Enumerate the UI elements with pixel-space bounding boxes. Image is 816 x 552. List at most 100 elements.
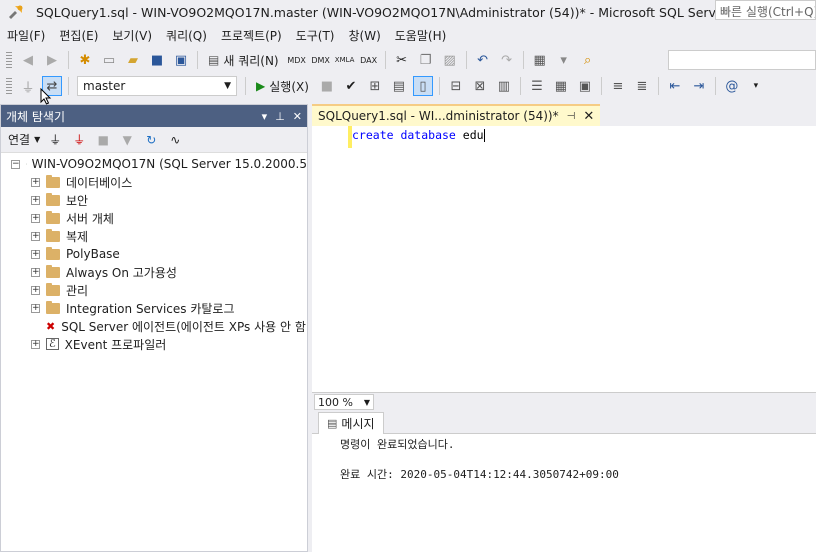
tree-item-management[interactable]: + 관리 [1, 281, 307, 299]
tab-sqlquery1[interactable]: SQLQuery1.sql - WI...dministrator (54))*… [312, 104, 601, 126]
connect-dropdown-button[interactable]: 연결 ▼ [5, 130, 43, 150]
toolbar-separator [197, 51, 198, 69]
expand-icon[interactable]: + [31, 231, 40, 241]
add-item-icon[interactable]: ▭ [99, 50, 119, 70]
connect-icon[interactable]: ⏚ [18, 76, 38, 96]
server-label: WIN-VO9O2MQO17N (SQL Server 15.0.2000.5 [31, 157, 307, 171]
menu-view[interactable]: 보기(V) [105, 27, 159, 44]
toolbar-separator [68, 77, 69, 95]
execute-button[interactable]: ▶ 실행(X) [250, 76, 315, 96]
specify-values-icon[interactable]: @ [722, 76, 742, 96]
object-explorer-panel: 개체 탐색기 ▾ ⊥ ✕ 연결 ▼ ⏚ ⏚ ■ ▼ ↻ ∿ − WIN-VO9O… [0, 104, 308, 552]
expand-icon[interactable]: + [31, 303, 40, 313]
tree-item-server-objects[interactable]: + 서버 개체 [1, 209, 307, 227]
live-stats-icon[interactable]: ⊠ [470, 76, 490, 96]
cut-icon[interactable]: ✂ [392, 50, 412, 70]
sql-identifier: edu [462, 128, 484, 142]
parse-checkmark-icon[interactable]: ✔ [341, 76, 361, 96]
menu-window[interactable]: 창(W) [341, 27, 387, 44]
dax-query-icon[interactable]: DAX [359, 50, 379, 70]
available-databases-select[interactable]: master ▼ [77, 76, 237, 96]
actual-plan-icon[interactable]: ⊟ [446, 76, 466, 96]
menu-project[interactable]: 프로젝트(P) [214, 27, 289, 44]
new-query-button[interactable]: ▤ 새 쿼리(N) [202, 50, 285, 70]
server-node[interactable]: − WIN-VO9O2MQO17N (SQL Server 15.0.2000.… [1, 155, 307, 173]
results-to-text-icon[interactable]: ☰ [527, 76, 547, 96]
toolbar-grip[interactable] [6, 52, 12, 68]
forward-icon[interactable]: ▶ [42, 50, 62, 70]
code-line-1[interactable]: create database edu [352, 128, 485, 142]
find-icon[interactable]: ⌕ [578, 50, 598, 70]
uncomment-icon[interactable]: ≣ [632, 76, 652, 96]
cancel-query-icon[interactable]: ■ [317, 76, 337, 96]
mdx-query-icon[interactable]: MDX [287, 50, 307, 70]
zoom-select[interactable]: 100 % ▼ [314, 394, 374, 410]
tab-messages[interactable]: ▤ 메시지 [318, 412, 384, 434]
folder-icon [46, 174, 60, 188]
xmla-query-icon[interactable]: XMLA [335, 50, 355, 70]
menu-help[interactable]: 도움말(H) [388, 27, 454, 44]
tree-item-databases[interactable]: + 데이터베이스 [1, 173, 307, 191]
client-stats-icon[interactable]: ▥ [494, 76, 514, 96]
results-to-grid-icon[interactable]: ▦ [551, 76, 571, 96]
open-file-icon[interactable]: ▰ [123, 50, 143, 70]
expand-icon[interactable]: + [31, 267, 40, 277]
toolbar-grip[interactable] [6, 78, 12, 94]
close-icon[interactable]: ✕ [583, 109, 594, 124]
activity-icon[interactable]: ∿ [165, 130, 185, 150]
expand-icon[interactable]: + [31, 249, 40, 259]
quick-launch-input[interactable]: 빠른 실행(Ctrl+Q) [715, 0, 816, 20]
intellisense-icon[interactable]: ▯ [412, 76, 433, 96]
estimated-plan-icon[interactable]: ⊞ [365, 76, 385, 96]
filter-icon[interactable]: ▼ [117, 130, 137, 150]
disconnect-icon[interactable]: ⏚ [69, 130, 89, 150]
menu-tools[interactable]: 도구(T) [289, 27, 342, 44]
dmx-query-icon[interactable]: DMX [311, 50, 331, 70]
pin-icon[interactable]: ⊥ [275, 110, 285, 123]
comment-icon[interactable]: ≡ [608, 76, 628, 96]
query-designer-icon[interactable]: ▤ [389, 76, 409, 96]
tree-item-replication[interactable]: + 복제 [1, 227, 307, 245]
menu-edit[interactable]: 편집(E) [52, 27, 105, 44]
refresh-icon[interactable]: ↻ [141, 130, 161, 150]
activity-monitor-icon[interactable]: ▦ [530, 50, 550, 70]
tree-item-integration-services[interactable]: + Integration Services 카탈로그 [1, 299, 307, 317]
expand-icon[interactable]: + [31, 285, 40, 295]
redo-icon[interactable]: ↷ [497, 50, 517, 70]
copy-icon[interactable]: ❐ [416, 50, 436, 70]
toolbar-separator [714, 77, 716, 95]
decrease-indent-icon[interactable]: ⇤ [665, 76, 685, 96]
expand-icon[interactable]: + [31, 213, 40, 223]
new-project-icon[interactable]: ✱ [75, 50, 95, 70]
paste-icon[interactable]: ▨ [440, 50, 460, 70]
tree-item-sql-agent[interactable]: ✖ SQL Server 에이전트(에이전트 XPs 사용 안 함 [1, 317, 307, 335]
close-icon[interactable]: ✕ [293, 110, 302, 123]
toolbar-separator [245, 77, 246, 95]
window-position-icon[interactable]: ▾ [262, 110, 268, 123]
expand-icon[interactable]: + [31, 339, 40, 349]
stop-icon[interactable]: ■ [93, 130, 113, 150]
code-editor[interactable]: create database edu [312, 126, 816, 394]
toolbar-options-icon[interactable]: ▾ [746, 76, 766, 96]
solution-config-dropdown[interactable]: ▾ [554, 50, 574, 70]
tree-item-security[interactable]: + 보안 [1, 191, 307, 209]
menu-file[interactable]: 파일(F) [0, 27, 52, 44]
expand-icon[interactable]: + [31, 195, 40, 205]
increase-indent-icon[interactable]: ⇥ [689, 76, 709, 96]
save-all-icon[interactable]: ▣ [171, 50, 191, 70]
find-input[interactable] [668, 50, 816, 70]
messages-pane[interactable]: 명령이 완료되었습니다. 완료 시간: 2020-05-04T14:12:44.… [312, 434, 816, 552]
tree-item-polybase[interactable]: + PolyBase [1, 245, 307, 263]
pin-icon[interactable]: ⊣ [567, 111, 576, 122]
undo-icon[interactable]: ↶ [473, 50, 493, 70]
back-icon[interactable]: ◀ [18, 50, 38, 70]
connect-plug-icon[interactable]: ⏚ [45, 130, 65, 150]
tree-item-always-on[interactable]: + Always On 고가용성 [1, 263, 307, 281]
tree-item-xevent-profiler[interactable]: + ℰ XEvent 프로파일러 [1, 335, 307, 353]
folder-icon [46, 282, 60, 296]
save-icon[interactable]: ■ [147, 50, 167, 70]
collapse-icon[interactable]: − [11, 159, 20, 169]
results-to-file-icon[interactable]: ▣ [575, 76, 595, 96]
expand-icon[interactable]: + [31, 177, 40, 187]
menu-query[interactable]: 쿼리(Q) [159, 27, 214, 44]
